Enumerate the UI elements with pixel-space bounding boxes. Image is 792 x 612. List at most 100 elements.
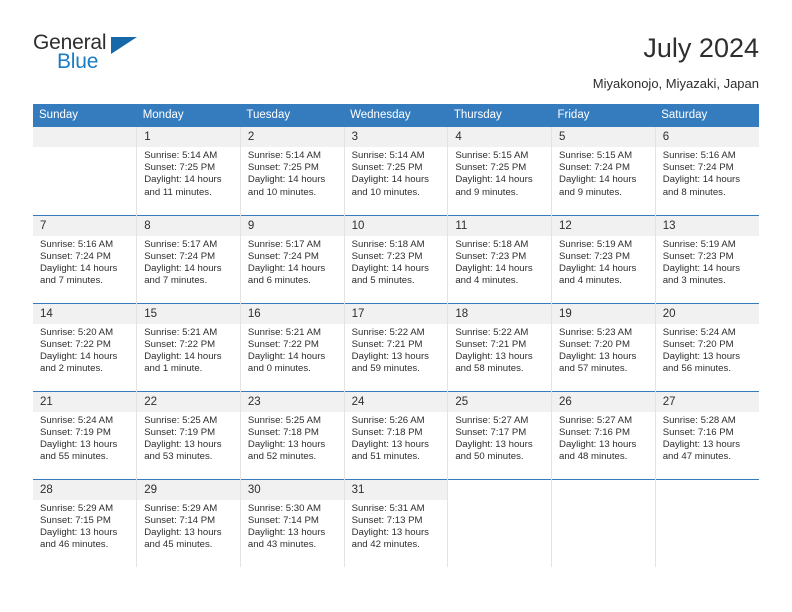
sunrise-text: Sunrise: 5:27 AM xyxy=(455,414,529,426)
calendar-day-cell[interactable]: 15 Sunrise: 5:21 AM Sunset: 7:22 PM Dayligh… xyxy=(136,302,241,391)
calendar-day-cell[interactable]: 3 Sunrise: 5:14 AM Sunset: 7:25 PM Daylight… xyxy=(343,127,448,215)
day-details: Sunrise: 5:21 AM Sunset: 7:22 PM Daylight:… xyxy=(137,324,240,376)
calendar-day-cell[interactable]: 24 Sunrise: 5:26 AM Sunset: 7:18 PM Dayligh… xyxy=(343,390,448,479)
day-cell-inner: 30 Sunrise: 5:30 AM Sunset: 7:14 PM Dayligh… xyxy=(240,479,344,568)
calendar-head: Sunday Monday Tuesday Wednesday Thursday Frid… xyxy=(33,104,759,127)
calendar-day-cell[interactable]: 31 Sunrise: 5:31 AM Sunset: 7:13 PM Dayligh… xyxy=(343,478,448,567)
calendar-day-cell[interactable]: 29 Sunrise: 5:29 AM Sunset: 7:14 PM Dayligh… xyxy=(136,478,241,567)
day-details: Sunrise: 5:28 AM Sunset: 7:16 PM Daylight:… xyxy=(656,412,759,464)
day-number: 20 xyxy=(655,303,759,324)
calendar-day-cell[interactable]: 16 Sunrise: 5:21 AM Sunset: 7:22 PM Dayligh… xyxy=(239,302,345,391)
daylight-text-line1: Daylight: 14 hours xyxy=(144,262,222,274)
day-details: Sunrise: 5:14 AM Sunset: 7:25 PM Daylight:… xyxy=(345,147,448,199)
calendar-day-cell[interactable]: 30 Sunrise: 5:30 AM Sunset: 7:14 PM Dayligh… xyxy=(239,478,345,568)
calendar-day-cell[interactable]: 4 Sunrise: 5:15 AM Sunset: 7:25 PM Daylight… xyxy=(447,127,552,215)
day-number: 5 xyxy=(552,127,655,147)
day-number: 6 xyxy=(655,127,759,147)
calendar-day-cell[interactable]: 2 Sunrise: 5:14 AM Sunset: 7:25 PM Daylight… xyxy=(239,127,345,215)
daylight-text-line2: and 59 minutes. xyxy=(351,363,420,375)
daylight-text-line2: and 5 minutes. xyxy=(351,275,415,287)
daylight-text-line2: and 9 minutes. xyxy=(455,186,519,198)
day-cell-inner: 9 Sunrise: 5:17 AM Sunset: 7:24 PM Daylight… xyxy=(240,215,344,303)
brand-logo[interactable]: General Blue xyxy=(33,32,153,80)
calendar-day-cell[interactable]: 20 Sunrise: 5:24 AM Sunset: 7:20 PM Dayligh… xyxy=(654,302,759,391)
day-number: 22 xyxy=(137,391,240,412)
sunset-text: Sunset: 7:14 PM xyxy=(247,514,319,526)
weekday-header-thursday: Thursday xyxy=(447,104,552,127)
calendar-day-cell[interactable]: 19 Sunrise: 5:23 AM Sunset: 7:20 PM Dayligh… xyxy=(551,302,656,391)
calendar-day-cell[interactable]: 28 Sunrise: 5:29 AM Sunset: 7:15 PM Dayligh… xyxy=(33,478,137,567)
daylight-text-line1: Daylight: 14 hours xyxy=(247,350,326,362)
calendar-cell-blank xyxy=(551,478,656,567)
daylight-text-line2: and 4 minutes. xyxy=(559,275,622,287)
day-cell-inner: 13 Sunrise: 5:19 AM Sunset: 7:23 PM Dayligh… xyxy=(655,215,759,303)
calendar-day-cell[interactable]: 21 Sunrise: 5:24 AM Sunset: 7:19 PM Dayligh… xyxy=(33,390,137,479)
day-details: Sunrise: 5:26 AM Sunset: 7:18 PM Daylight:… xyxy=(345,412,448,464)
calendar-day-cell[interactable]: 5 Sunrise: 5:15 AM Sunset: 7:24 PM Daylight… xyxy=(551,127,656,215)
daylight-text-line2: and 42 minutes. xyxy=(351,539,420,551)
weekday-header-monday: Monday xyxy=(136,104,241,127)
sunrise-text: Sunrise: 5:25 AM xyxy=(247,414,321,426)
sunset-text: Sunset: 7:24 PM xyxy=(40,250,111,262)
daylight-text-line1: Daylight: 14 hours xyxy=(40,350,118,362)
day-number: 2 xyxy=(240,127,344,147)
calendar-table: Sunday Monday Tuesday Wednesday Thursday Frid… xyxy=(33,104,759,567)
day-details: Sunrise: 5:16 AM Sunset: 7:24 PM Daylight:… xyxy=(656,147,759,199)
calendar-day-cell[interactable]: 26 Sunrise: 5:27 AM Sunset: 7:16 PM Dayligh… xyxy=(551,390,656,479)
day-cell-inner: 4 Sunrise: 5:15 AM Sunset: 7:25 PM Daylight… xyxy=(448,127,552,215)
sunrise-text: Sunrise: 5:21 AM xyxy=(247,326,321,338)
daylight-text-line1: Daylight: 14 hours xyxy=(247,174,326,186)
sunset-text: Sunset: 7:23 PM xyxy=(351,250,423,262)
day-cell-inner: 10 Sunrise: 5:18 AM Sunset: 7:23 PM Dayligh… xyxy=(344,215,448,303)
calendar-day-cell[interactable]: 22 Sunrise: 5:25 AM Sunset: 7:19 PM Dayligh… xyxy=(136,390,241,479)
sunrise-text: Sunrise: 5:29 AM xyxy=(40,502,114,514)
calendar-day-cell[interactable]: 23 Sunrise: 5:25 AM Sunset: 7:18 PM Dayligh… xyxy=(239,390,345,479)
daylight-text-line1: Daylight: 14 hours xyxy=(662,174,741,186)
sunrise-text: Sunrise: 5:15 AM xyxy=(559,150,633,161)
daylight-text-line2: and 56 minutes. xyxy=(662,363,731,375)
calendar-day-cell[interactable]: 14 Sunrise: 5:20 AM Sunset: 7:22 PM Dayligh… xyxy=(33,302,137,391)
day-number: 28 xyxy=(33,479,137,500)
calendar-day-cell[interactable]: 11 Sunrise: 5:18 AM Sunset: 7:23 PM Dayligh… xyxy=(447,214,552,303)
day-number: 27 xyxy=(655,391,759,412)
calendar-day-cell[interactable]: 10 Sunrise: 5:18 AM Sunset: 7:23 PM Dayligh… xyxy=(343,214,448,303)
calendar-day-cell[interactable]: 25 Sunrise: 5:27 AM Sunset: 7:17 PM Dayligh… xyxy=(447,390,552,479)
day-number: 19 xyxy=(552,303,655,324)
day-number: 23 xyxy=(240,391,344,412)
daylight-text-line2: and 10 minutes. xyxy=(351,186,420,198)
daylight-text-line2: and 4 minutes. xyxy=(455,275,519,287)
sunset-text: Sunset: 7:18 PM xyxy=(247,426,319,438)
calendar-day-cell[interactable]: 6 Sunrise: 5:16 AM Sunset: 7:24 PM Daylight… xyxy=(654,127,759,215)
day-cell-inner: 1 Sunrise: 5:14 AM Sunset: 7:25 PM Daylight… xyxy=(137,127,240,215)
calendar-day-cell[interactable]: 27 Sunrise: 5:28 AM Sunset: 7:16 PM Dayligh… xyxy=(654,390,759,479)
day-cell-inner: 15 Sunrise: 5:21 AM Sunset: 7:22 PM Dayligh… xyxy=(137,303,240,391)
daylight-text-line1: Daylight: 13 hours xyxy=(455,350,533,362)
calendar-day-cell[interactable]: 9 Sunrise: 5:17 AM Sunset: 7:24 PM Daylight… xyxy=(239,214,345,303)
day-details: Sunrise: 5:30 AM Sunset: 7:14 PM Daylight:… xyxy=(241,500,344,552)
calendar-day-cell[interactable]: 1 Sunrise: 5:14 AM Sunset: 7:25 PM Daylight… xyxy=(136,127,241,215)
day-details: Sunrise: 5:22 AM Sunset: 7:21 PM Daylight:… xyxy=(345,324,448,376)
calendar-day-cell[interactable]: 17 Sunrise: 5:22 AM Sunset: 7:21 PM Dayligh… xyxy=(343,302,448,391)
day-details: Sunrise: 5:31 AM Sunset: 7:13 PM Daylight:… xyxy=(345,500,448,552)
day-details: Sunrise: 5:19 AM Sunset: 7:23 PM Daylight:… xyxy=(552,236,655,288)
calendar-day-cell[interactable]: 12 Sunrise: 5:19 AM Sunset: 7:23 PM Dayligh… xyxy=(551,214,656,303)
calendar-day-cell[interactable]: 8 Sunrise: 5:17 AM Sunset: 7:24 PM Daylight… xyxy=(136,214,241,303)
sunrise-text: Sunrise: 5:21 AM xyxy=(144,326,218,338)
sunrise-text: Sunrise: 5:24 AM xyxy=(40,414,114,426)
day-number: 11 xyxy=(448,215,552,236)
calendar-day-cell[interactable] xyxy=(33,127,137,215)
daylight-text-line2: and 1 minute. xyxy=(144,363,203,375)
calendar-day-cell[interactable]: 7 Sunrise: 5:16 AM Sunset: 7:24 PM Daylight… xyxy=(33,214,137,303)
sunrise-text: Sunrise: 5:29 AM xyxy=(144,502,218,514)
day-cell-inner: 26 Sunrise: 5:27 AM Sunset: 7:16 PM Dayligh… xyxy=(552,391,655,479)
sunrise-text: Sunrise: 5:14 AM xyxy=(247,150,321,161)
daylight-text-line1: Daylight: 13 hours xyxy=(351,350,429,362)
calendar-day-cell[interactable]: 18 Sunrise: 5:22 AM Sunset: 7:21 PM Dayligh… xyxy=(447,302,552,391)
daylight-text-line1: Daylight: 13 hours xyxy=(351,526,429,538)
day-number: 12 xyxy=(552,215,655,236)
day-number xyxy=(33,127,137,147)
calendar-day-cell[interactable]: 13 Sunrise: 5:19 AM Sunset: 7:23 PM Dayligh… xyxy=(654,214,759,303)
day-number: 8 xyxy=(137,215,240,236)
day-cell-inner: 6 Sunrise: 5:16 AM Sunset: 7:24 PM Daylight… xyxy=(655,127,759,215)
weekday-header-row: Sunday Monday Tuesday Wednesday Thursday Frid… xyxy=(33,104,759,127)
